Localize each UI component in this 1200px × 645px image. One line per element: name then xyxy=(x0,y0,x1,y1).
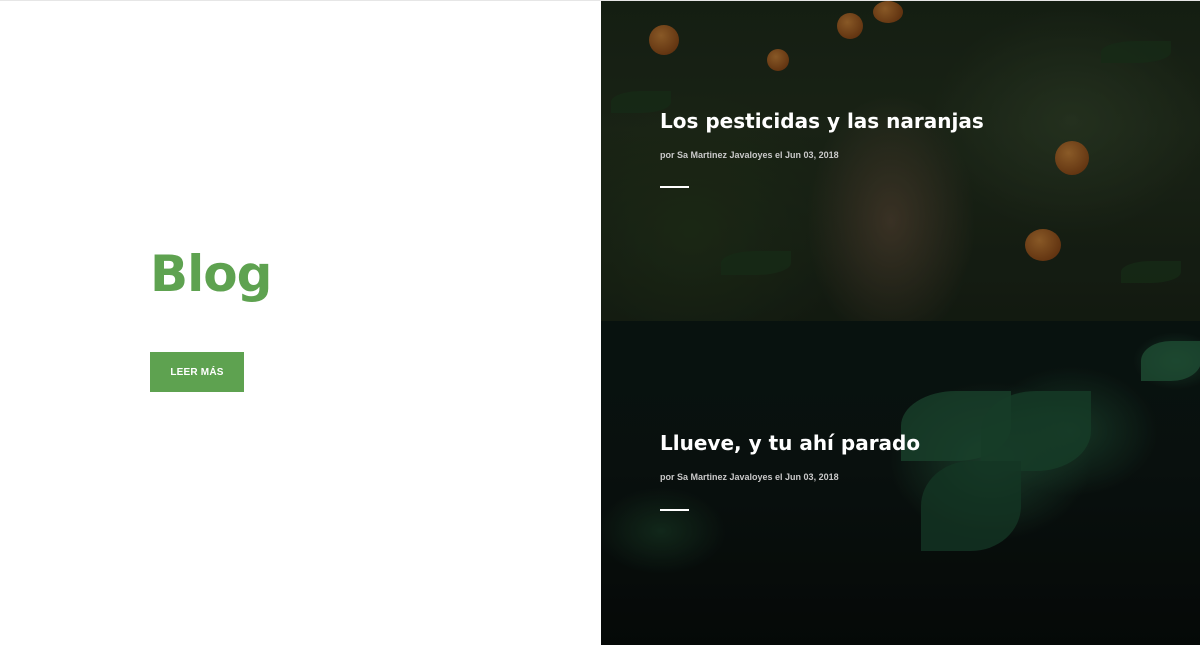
post-meta: por Sa Martinez Javaloyes el Jun 03, 201… xyxy=(660,472,839,482)
read-more-button[interactable]: LEER MÁS xyxy=(150,352,244,392)
blog-heading: Blog xyxy=(150,245,272,303)
image-overlay xyxy=(601,1,1200,321)
post-title[interactable]: Los pesticidas y las naranjas xyxy=(660,109,984,133)
post-divider xyxy=(660,509,689,511)
page: Blog LEER MÁS Los pesticidas y las naran… xyxy=(0,0,1200,645)
post-meta: por Sa Martinez Javaloyes el Jun 03, 201… xyxy=(660,150,839,160)
blog-post-card[interactable]: Los pesticidas y las naranjas por Sa Mar… xyxy=(601,1,1200,321)
blog-post-card[interactable]: Llueve, y tu ahí parado por Sa Martinez … xyxy=(601,321,1200,645)
blog-intro-panel: Blog LEER MÁS xyxy=(0,1,601,645)
post-divider xyxy=(660,186,689,188)
image-overlay xyxy=(601,321,1200,645)
blog-posts-panel: Los pesticidas y las naranjas por Sa Mar… xyxy=(601,1,1200,645)
post-title[interactable]: Llueve, y tu ahí parado xyxy=(660,431,920,455)
